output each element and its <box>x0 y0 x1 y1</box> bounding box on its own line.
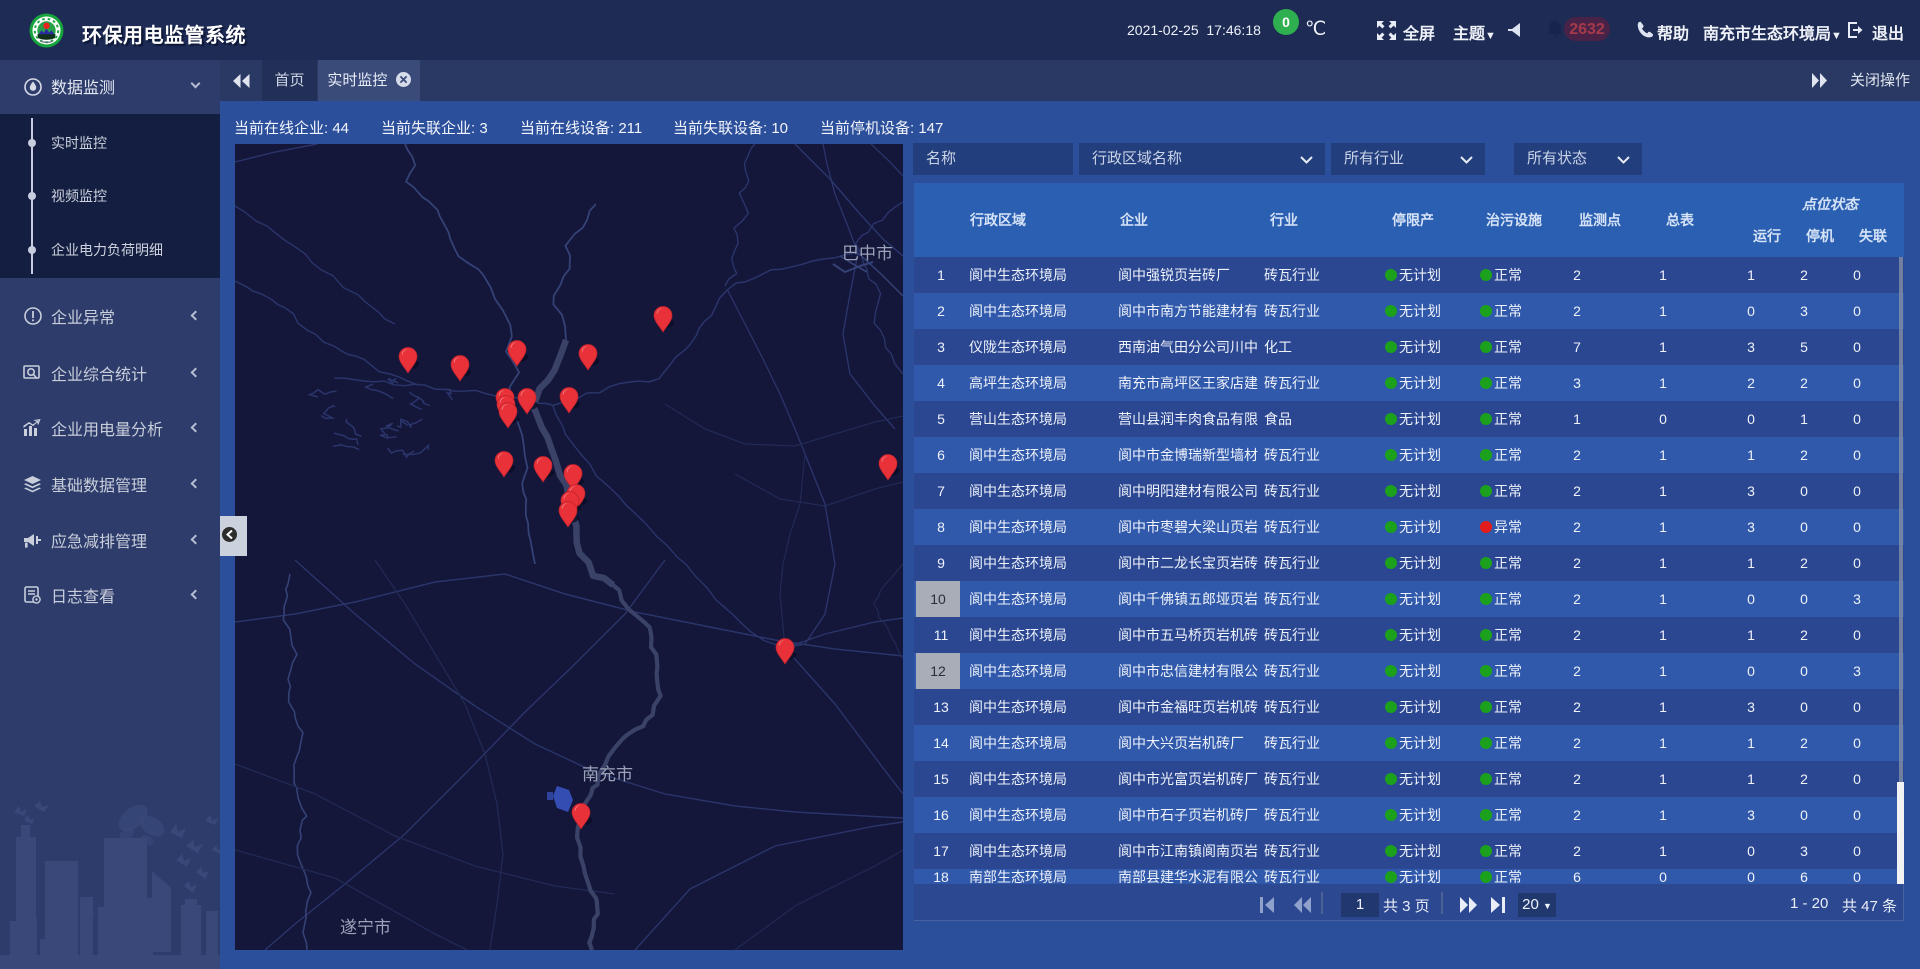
svg-text:巴中市: 巴中市 <box>842 244 893 263</box>
svg-text:遂宁市: 遂宁市 <box>340 918 391 937</box>
svg-text:南充市: 南充市 <box>582 765 633 784</box>
